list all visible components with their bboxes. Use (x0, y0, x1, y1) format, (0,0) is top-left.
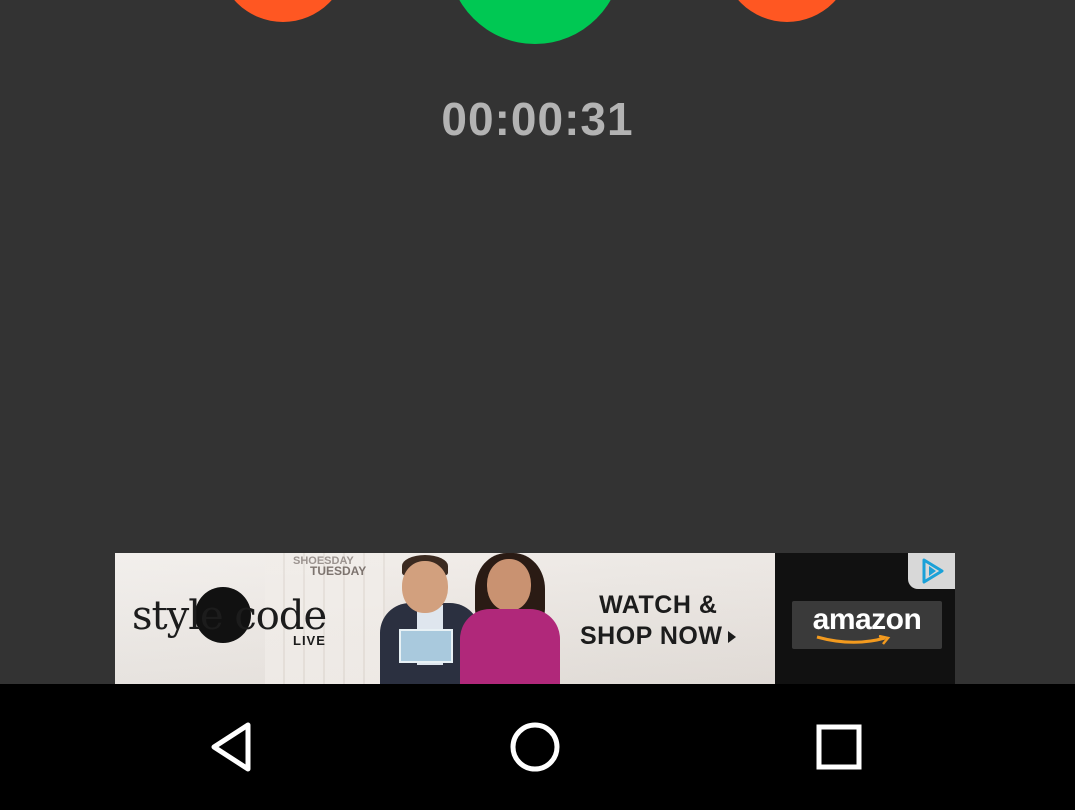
left-call-button[interactable] (218, 0, 348, 22)
ad-person-2-body (460, 609, 560, 684)
ad-play-arrow-icon (728, 631, 737, 644)
adchoices-icon[interactable] (908, 553, 955, 589)
ad-banner[interactable]: SHOESDAY TUESDAY style code LIVE WATCH &… (115, 553, 955, 684)
call-timer: 00:00:31 (441, 93, 634, 145)
right-call-button[interactable] (722, 0, 852, 22)
ad-headline-line-2: SHOP NOW (580, 622, 723, 650)
recents-button[interactable] (779, 684, 899, 810)
back-triangle-icon (211, 722, 251, 772)
ad-person-2-head (487, 559, 531, 611)
ad-sponsor-logo: amazon (812, 603, 922, 636)
recents-square-icon (816, 724, 862, 770)
amazon-smile-icon (816, 635, 891, 645)
ad-person-1-head (402, 561, 448, 613)
home-circle-icon (510, 722, 560, 772)
ad-headline-line-2-wrap: SHOP NOW (580, 621, 737, 652)
ad-headline: WATCH & SHOP NOW (580, 590, 737, 652)
back-button[interactable] (172, 684, 292, 810)
navigation-bar (0, 684, 1075, 810)
home-button[interactable] (475, 684, 595, 810)
ad-tag-line-2: TUESDAY (310, 564, 367, 578)
adchoices-play-icon (922, 558, 944, 584)
ad-brand-sub: LIVE (293, 633, 326, 648)
ad-headline-line-1: WATCH & (599, 591, 718, 619)
center-call-button[interactable] (448, 0, 622, 44)
ad-person-1-book (399, 629, 453, 663)
call-screen: 00:00:31 SHOESDAY TUESDAY style code LIV… (0, 0, 1075, 810)
